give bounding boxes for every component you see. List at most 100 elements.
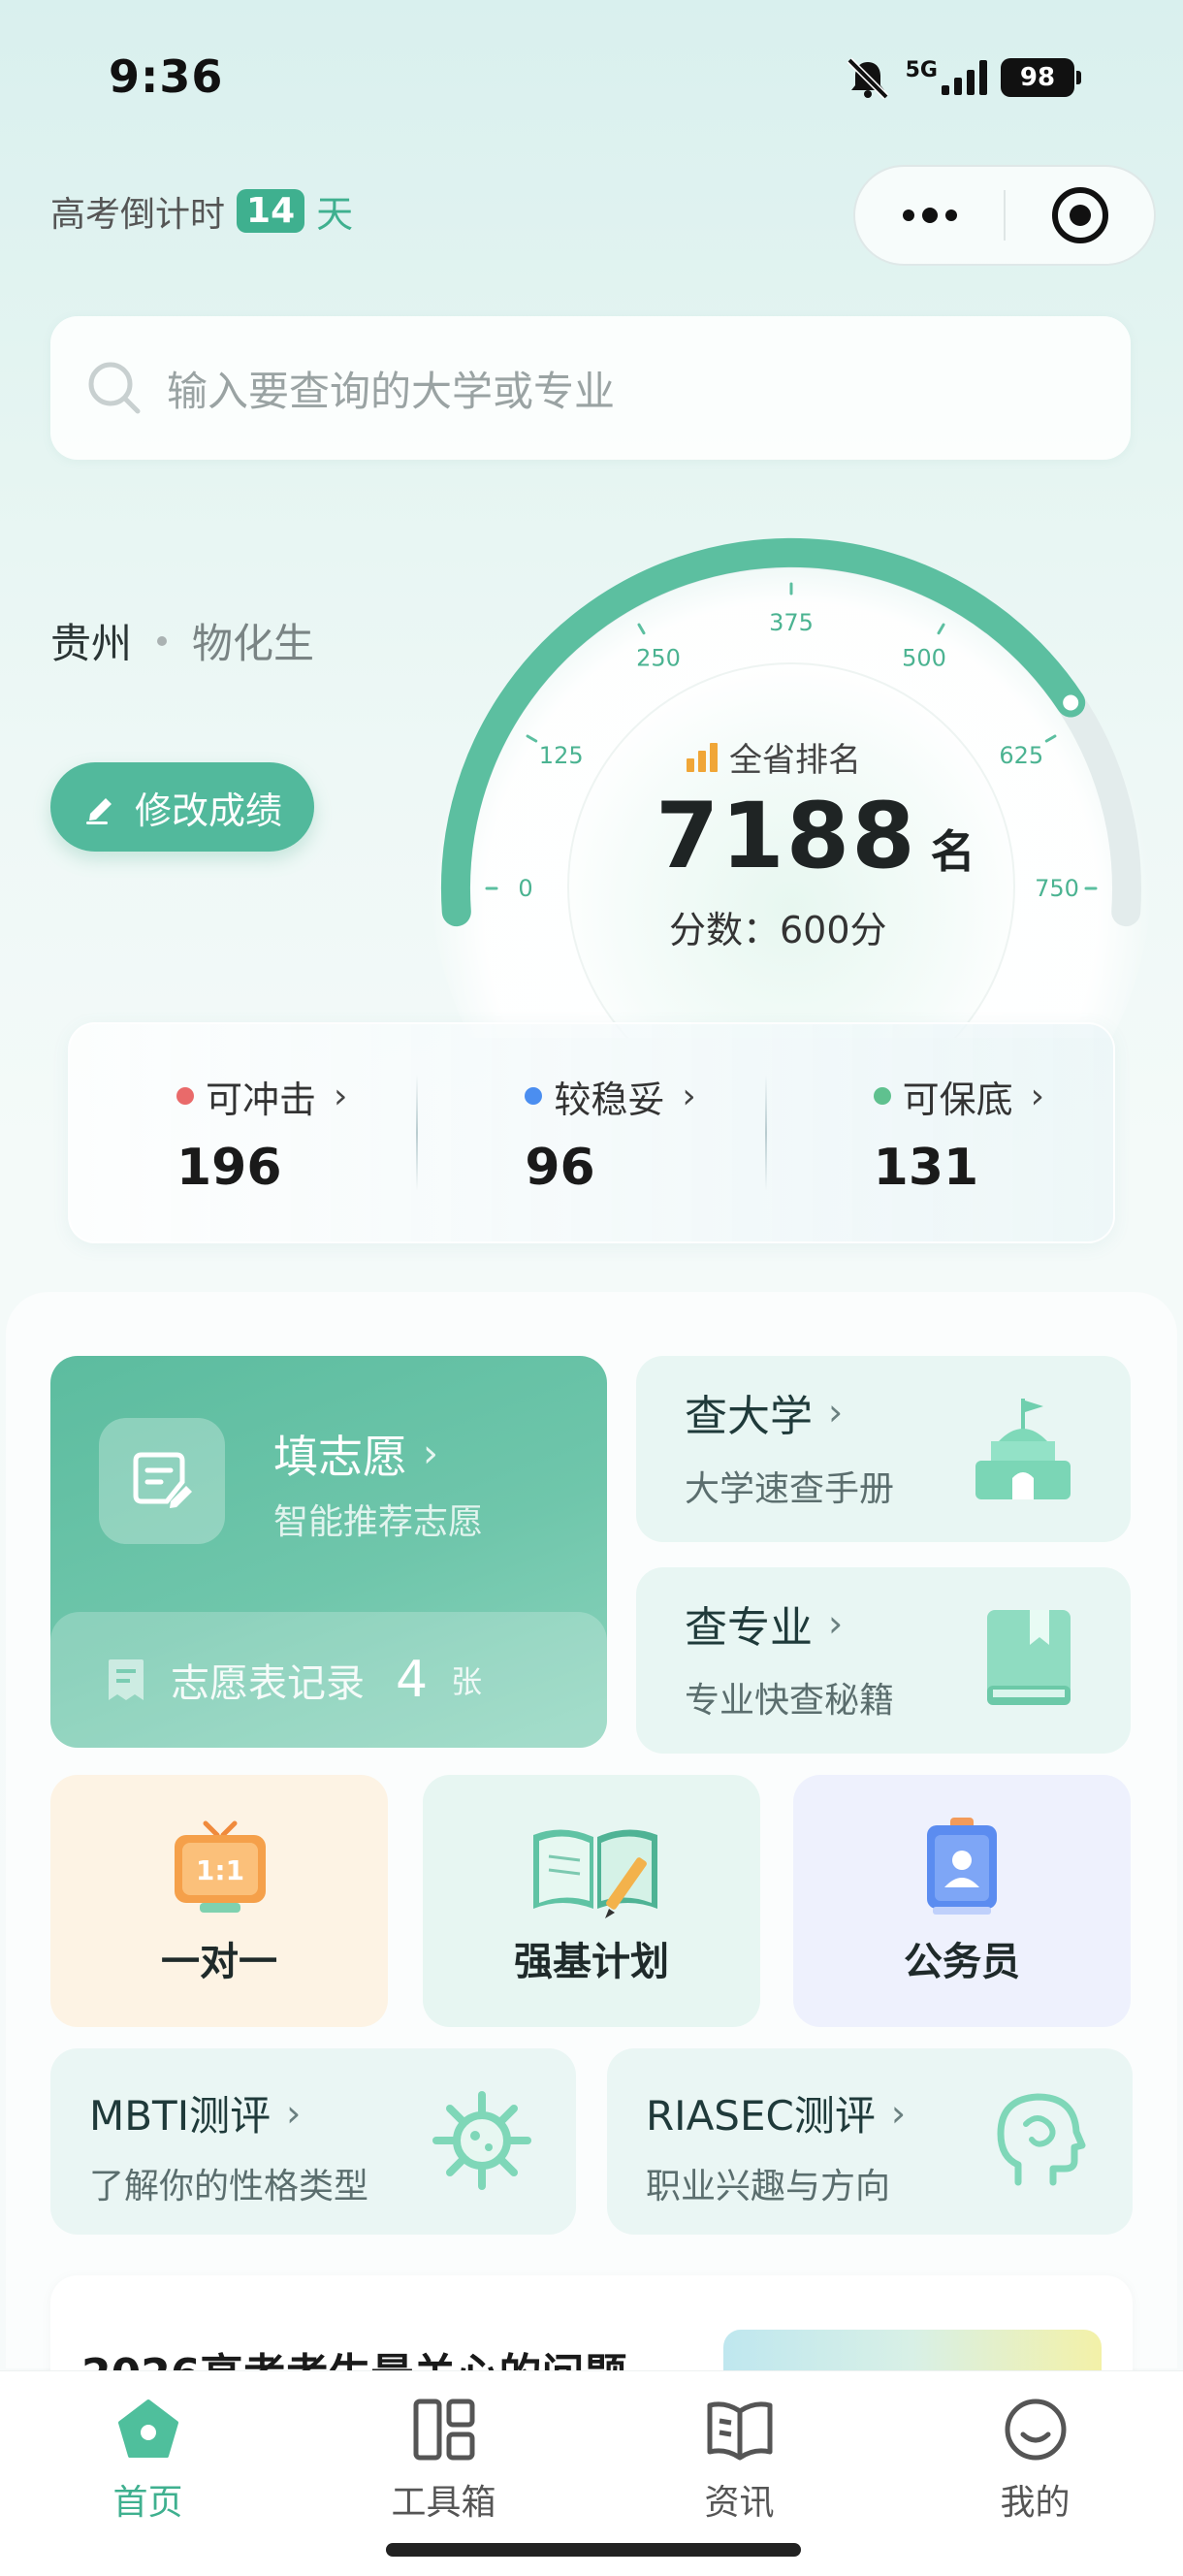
- chevron-right-icon: ›: [286, 2091, 302, 2135]
- svg-text:1:1: 1:1: [196, 1854, 244, 1886]
- fill-application-subtitle: 智能推荐志愿: [273, 1502, 484, 1542]
- tab-label: 资讯: [704, 2483, 775, 2523]
- gauge-knob: [1057, 689, 1085, 717]
- civil-servant-tile[interactable]: 公务员: [793, 1775, 1131, 2027]
- stat-label: 可冲击: [206, 1078, 317, 1121]
- tab-home[interactable]: 首页: [0, 2371, 296, 2576]
- signal-icon: [942, 60, 987, 95]
- search-university-card[interactable]: 查大学 › 大学速查手册: [636, 1356, 1131, 1542]
- side-card-subtitle: 大学速查手册: [685, 1469, 895, 1509]
- gauge-tick-label: 625: [999, 742, 1043, 769]
- countdown-days: 14: [237, 189, 305, 233]
- test-title: RIASEC测评: [646, 2092, 876, 2140]
- edit-score-button[interactable]: 修改成绩: [50, 762, 314, 852]
- chevron-right-icon: ›: [1030, 1076, 1045, 1116]
- stat-value: 131: [873, 1138, 979, 1197]
- tile-label: 公务员: [904, 1940, 1020, 1984]
- stat-reach[interactable]: 可冲击 › 196: [70, 1070, 416, 1197]
- stat-safety[interactable]: 可保底 › 131: [767, 1070, 1113, 1197]
- network-label: 5G: [905, 58, 938, 82]
- id-badge-icon: [927, 1818, 997, 1915]
- gauge-tick-label: 500: [902, 645, 946, 672]
- chevron-right-icon: ›: [890, 2091, 907, 2135]
- edit-score-label: 修改成绩: [134, 789, 282, 832]
- riasec-test-card[interactable]: RIASEC测评 › 职业兴趣与方向: [607, 2048, 1133, 2235]
- chevron-right-icon: ›: [828, 1391, 844, 1433]
- tab-label: 首页: [112, 2483, 183, 2523]
- stat-label: 较稳妥: [554, 1078, 665, 1121]
- stat-value: 96: [525, 1138, 595, 1197]
- strong-base-plan-tile[interactable]: 强基计划: [423, 1775, 760, 2027]
- admission-stats: 可冲击 › 196 较稳妥 › 96 可保底 › 131: [68, 1022, 1115, 1243]
- fill-application-title: 填志愿 ›: [273, 1422, 438, 1486]
- rank-label: 全省排名: [687, 733, 861, 781]
- search-icon: [85, 359, 144, 417]
- battery-indicator: 98: [1001, 58, 1081, 97]
- reach-dot: [176, 1087, 194, 1105]
- tile-label: 一对一: [161, 1940, 277, 1984]
- test-title: MBTI测评: [89, 2092, 272, 2140]
- university-building-icon: [975, 1399, 1071, 1499]
- stat-value: 196: [176, 1138, 282, 1197]
- tab-label: 工具箱: [391, 2483, 496, 2523]
- side-card-title: 查大学: [685, 1392, 813, 1441]
- tile-label: 强基计划: [514, 1940, 669, 1984]
- bell-muted-icon: [844, 56, 892, 100]
- chevron-right-icon: ›: [682, 1076, 696, 1116]
- bar-chart-icon: [687, 742, 718, 772]
- province-subjects: 贵州 物化生: [50, 611, 314, 670]
- test-subtitle: 了解你的性格类型: [89, 2167, 369, 2206]
- test-subtitle: 职业兴趣与方向: [646, 2167, 891, 2206]
- search-placeholder: 输入要查询的大学或专业: [167, 367, 616, 415]
- head-brain-icon: [997, 2093, 1086, 2186]
- record-unit: 张: [451, 1663, 483, 1700]
- bookmark-book-icon: [987, 1610, 1071, 1705]
- more-button[interactable]: [855, 167, 1004, 264]
- subjects-label: 物化生: [192, 620, 315, 667]
- side-card-title: 查专业: [685, 1603, 813, 1653]
- stat-match[interactable]: 较稳妥 › 96: [418, 1070, 764, 1197]
- gauge-tick-label: 375: [769, 609, 814, 636]
- stat-label: 可保底: [902, 1078, 1013, 1121]
- rank-unit: 名: [930, 825, 975, 878]
- edit-pencil-icon: [85, 798, 112, 824]
- gauge-tick-label: 125: [539, 742, 584, 769]
- open-book-icon: [701, 2391, 779, 2468]
- record-label: 志愿表记录: [171, 1661, 365, 1706]
- rank-value: 7188 名: [655, 784, 975, 889]
- home-indicator: [386, 2543, 801, 2557]
- tab-profile[interactable]: 我的: [887, 2371, 1183, 2576]
- close-miniprogram-button[interactable]: [1006, 167, 1154, 264]
- one-on-one-tile[interactable]: 1:1 一对一: [50, 1775, 388, 2027]
- province-label: 贵州: [50, 620, 133, 667]
- application-form-icon: [99, 1418, 225, 1544]
- chevron-right-icon: ›: [423, 1432, 438, 1476]
- rank-label-text: 全省排名: [729, 741, 861, 780]
- gauge-tick-label: 0: [518, 875, 532, 902]
- target-icon: [1051, 187, 1108, 243]
- status-icons: 5G 98: [844, 56, 1081, 100]
- one-on-one-tv-icon: 1:1: [175, 1820, 266, 1913]
- miniprogram-capsule: [853, 165, 1156, 266]
- more-dots-icon: [902, 208, 957, 223]
- gauge-tick-label: 750: [1035, 875, 1079, 902]
- chevron-right-icon: ›: [828, 1602, 844, 1645]
- countdown-prefix: 高考倒计时: [50, 194, 226, 235]
- mbti-test-card[interactable]: MBTI测评 › 了解你的性格类型: [50, 2048, 576, 2235]
- chevron-right-icon: ›: [334, 1076, 348, 1116]
- home-icon: [110, 2391, 187, 2468]
- exam-countdown: 高考倒计时 14 天: [50, 184, 353, 238]
- record-count: 4: [396, 1651, 429, 1709]
- search-bar[interactable]: 输入要查询的大学或专业: [50, 316, 1131, 460]
- search-major-card[interactable]: 查专业 › 专业快查秘籍: [636, 1567, 1131, 1754]
- countdown-unit: 天: [316, 193, 354, 236]
- side-card-subtitle: 专业快查秘籍: [685, 1681, 895, 1721]
- profile-smile-icon: [997, 2391, 1074, 2468]
- gauge-tick-label: 250: [636, 645, 681, 672]
- open-book-pencil-icon: [533, 1829, 657, 1918]
- record-list-icon: [109, 1659, 144, 1700]
- fill-title-text: 填志愿: [273, 1431, 407, 1483]
- rank-number: 7188: [655, 784, 917, 889]
- application-records-button[interactable]: 志愿表记录 4 张: [50, 1612, 607, 1748]
- tab-label: 我的: [1000, 2483, 1071, 2523]
